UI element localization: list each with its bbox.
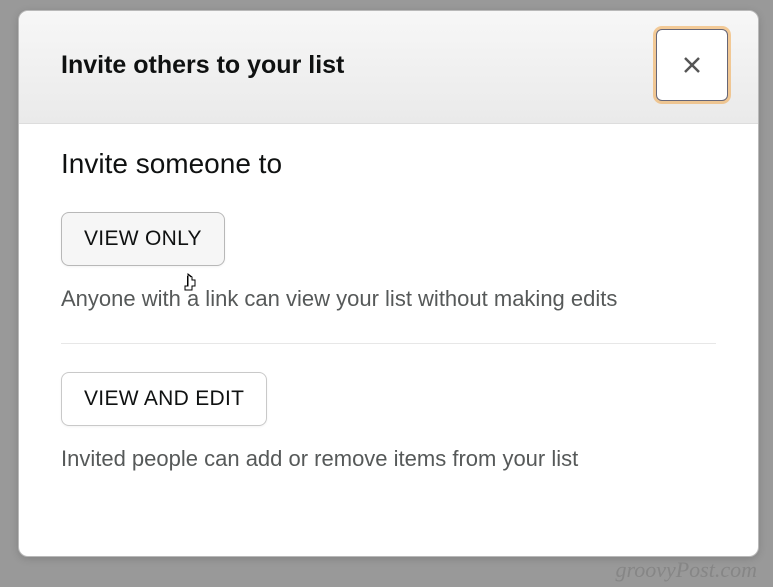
view-only-description: Anyone with a link can view your list wi… (61, 282, 716, 315)
modal-header: Invite others to your list (19, 11, 758, 124)
view-only-button[interactable]: VIEW ONLY (61, 212, 225, 266)
modal-body: Invite someone to VIEW ONLY Anyone with … (19, 124, 758, 523)
option-view-only: VIEW ONLY Anyone with a link can view yo… (61, 212, 716, 343)
option-view-and-edit: VIEW AND EDIT Invited people can add or … (61, 372, 716, 503)
invite-modal: Invite others to your list Invite someon… (18, 10, 759, 557)
modal-title: Invite others to your list (61, 51, 344, 80)
close-icon (682, 55, 702, 75)
view-and-edit-description: Invited people can add or remove items f… (61, 442, 716, 475)
section-title: Invite someone to (61, 148, 716, 180)
divider (61, 343, 716, 344)
close-button[interactable] (656, 29, 728, 101)
watermark: groovyPost.com (615, 557, 757, 583)
view-and-edit-button[interactable]: VIEW AND EDIT (61, 372, 267, 426)
